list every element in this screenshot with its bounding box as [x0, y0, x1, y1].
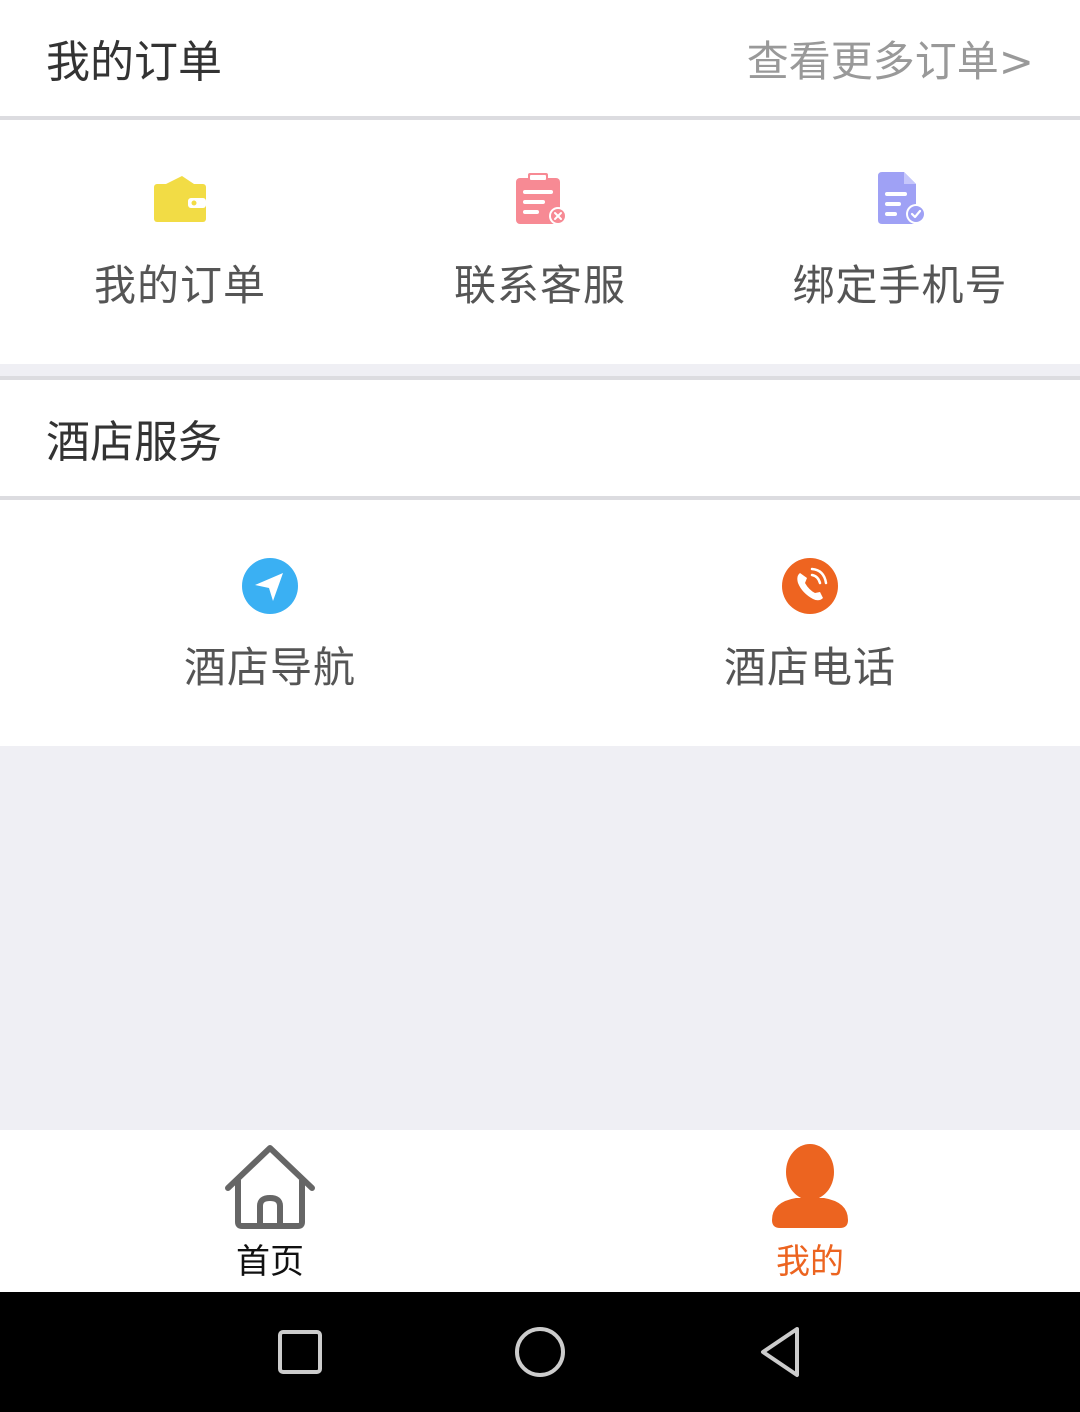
contact-service-button[interactable]: 联系客服 — [360, 120, 720, 364]
back-icon[interactable] — [748, 1320, 812, 1384]
tab-mine[interactable]: 我的 — [540, 1130, 1080, 1292]
tab-mine-label: 我的 — [776, 1242, 844, 1282]
bind-phone-label: 绑定手机号 — [792, 261, 1008, 310]
document-check-icon — [870, 168, 930, 228]
tab-home-label: 首页 — [236, 1242, 304, 1282]
wallet-icon — [150, 168, 210, 228]
user-icon — [772, 1144, 848, 1228]
bind-phone-button[interactable]: 绑定手机号 — [720, 120, 1080, 364]
hotel-phone-button[interactable]: 酒店电话 — [540, 500, 1080, 746]
tab-home[interactable]: 首页 — [0, 1130, 540, 1292]
orders-section-header: 我的订单 查看更多订单> — [0, 0, 1080, 116]
view-more-orders-link[interactable]: 查看更多订单> — [747, 28, 1034, 89]
home-icon — [225, 1145, 315, 1229]
navigation-icon — [240, 556, 300, 616]
orders-section-title: 我的订单 — [46, 37, 222, 88]
page: 我的订单 查看更多订单> 我的订单 联系客服 绑定手机号 酒店服务 酒店导航 酒… — [0, 0, 1080, 1412]
my-orders-button[interactable]: 我的订单 — [0, 120, 360, 364]
hotel-navigation-label: 酒店导航 — [183, 643, 356, 692]
hotel-service-grid: 酒店导航 酒店电话 — [0, 500, 1080, 746]
my-orders-label: 我的订单 — [93, 261, 266, 310]
hotel-service-title: 酒店服务 — [46, 417, 222, 468]
hotel-navigation-button[interactable]: 酒店导航 — [0, 500, 540, 746]
recents-icon[interactable] — [268, 1320, 332, 1384]
home-circle-icon[interactable] — [508, 1320, 572, 1384]
clipboard-icon — [510, 168, 570, 228]
contact-service-label: 联系客服 — [453, 261, 626, 310]
hotel-phone-label: 酒店电话 — [723, 643, 896, 692]
orders-grid: 我的订单 联系客服 绑定手机号 — [0, 120, 1080, 364]
phone-icon — [780, 556, 840, 616]
bottom-tab-bar: 首页 我的 — [0, 1130, 1080, 1292]
hotel-service-section-header: 酒店服务 — [0, 380, 1080, 496]
system-navigation-bar — [0, 1292, 1080, 1412]
